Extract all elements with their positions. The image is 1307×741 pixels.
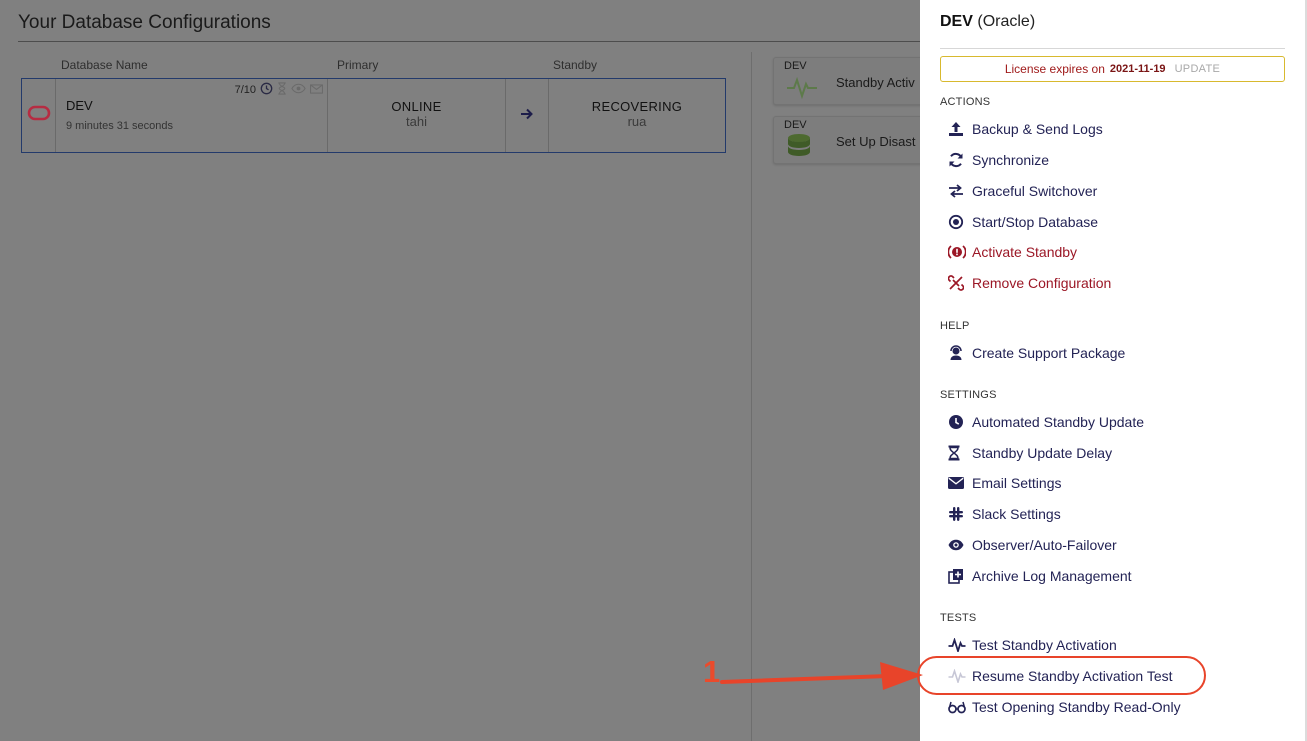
database-config-row[interactable]: 7/10 DEV 9 minutes 31 seconds ONLINE tah… <box>21 78 726 153</box>
hourglass-icon <box>948 444 968 462</box>
eye-icon <box>291 83 306 97</box>
replication-direction-cell <box>506 79 549 152</box>
side-card-tag: DEV <box>784 119 807 131</box>
action-label: Activate Standby <box>972 244 1078 260</box>
title-divider <box>18 41 920 42</box>
panel-db-type: (Oracle) <box>977 13 1036 30</box>
test-label: Test Standby Activation <box>972 637 1117 653</box>
archive-icon <box>948 567 968 585</box>
backup-count: 7/10 <box>234 84 256 96</box>
page-title: Your Database Configurations <box>18 12 271 33</box>
side-card-tag: DEV <box>784 60 807 72</box>
column-header-standby: Standby <box>553 58 598 72</box>
action-graceful-switchover[interactable]: Graceful Switchover <box>948 180 1097 202</box>
envelope-icon <box>948 474 968 492</box>
action-label: Graceful Switchover <box>972 183 1098 199</box>
action-label: Synchronize <box>972 152 1050 168</box>
setting-label: Automated Standby Update <box>972 414 1145 430</box>
database-name: DEV <box>66 98 93 113</box>
action-backup-send-logs[interactable]: Backup & Send Logs <box>948 118 1103 140</box>
panel-db-name: DEV <box>940 13 973 30</box>
test-label: Test Opening Standby Read-Only <box>972 699 1181 715</box>
section-tests: TESTS <box>940 612 977 624</box>
section-actions: ACTIONS <box>940 96 991 108</box>
alert-icon <box>948 243 968 261</box>
setting-label: Standby Update Delay <box>972 445 1113 461</box>
panel-divider <box>940 48 1285 49</box>
unlink-icon <box>948 274 968 292</box>
primary-host: tahi <box>406 114 427 129</box>
arrow-right-icon <box>520 107 534 125</box>
standby-cell: RECOVERING rua <box>549 79 725 152</box>
action-label: Start/Stop Database <box>972 214 1099 230</box>
setting-slack-settings[interactable]: Slack Settings <box>948 503 1061 525</box>
sync-icon <box>948 151 968 169</box>
setting-archive-log-management[interactable]: Archive Log Management <box>948 565 1132 587</box>
envelope-icon <box>310 83 323 97</box>
database-elapsed-time: 9 minutes 31 seconds <box>66 120 174 132</box>
action-start-stop-database[interactable]: Start/Stop Database <box>948 211 1098 233</box>
database-status-indicators: 7/10 <box>235 82 323 98</box>
side-card-label: Standby Activ <box>836 75 915 90</box>
action-activate-standby[interactable]: Activate Standby <box>948 241 1077 263</box>
pulse-icon <box>786 74 818 105</box>
help-label: Create Support Package <box>972 345 1126 361</box>
database-name-cell: 7/10 DEV 9 minutes 31 seconds <box>56 79 328 152</box>
database-actions-panel: DEV (Oracle) License expires on 2021-11-… <box>920 0 1305 741</box>
glasses-icon <box>948 698 968 716</box>
section-settings: SETTINGS <box>940 389 997 401</box>
side-card-setup-disaster-recovery[interactable]: DEV Set Up Disast <box>773 116 923 164</box>
action-label: Backup & Send Logs <box>972 121 1103 137</box>
setting-label: Observer/Auto-Failover <box>972 537 1117 553</box>
setting-automated-standby-update[interactable]: Automated Standby Update <box>948 411 1144 433</box>
section-help: HELP <box>940 320 970 332</box>
oracle-logo-icon <box>27 105 51 126</box>
hourglass-icon <box>277 82 287 98</box>
support-icon <box>948 344 968 362</box>
database-icon <box>786 133 812 166</box>
setting-label: Slack Settings <box>972 506 1061 522</box>
setting-label: Email Settings <box>972 475 1062 491</box>
license-banner: License expires on 2021-11-19 UPDATE <box>940 56 1285 82</box>
test-opening-standby-read-only[interactable]: Test Opening Standby Read-Only <box>948 696 1181 718</box>
oracle-logo-cell <box>22 79 56 152</box>
help-create-support-package[interactable]: Create Support Package <box>948 342 1125 364</box>
callout-arrow-icon <box>720 660 925 697</box>
setting-observer-auto-failover[interactable]: Observer/Auto-Failover <box>948 534 1117 556</box>
panel-title: DEV (Oracle) <box>940 13 1035 31</box>
pulse-icon <box>948 636 968 654</box>
slack-icon <box>948 505 968 523</box>
content-divider <box>751 52 752 741</box>
callout-highlight-ring <box>917 656 1206 695</box>
clock-icon <box>948 413 968 431</box>
overlay-backdrop: Your Database Configurations Database Na… <box>0 0 923 741</box>
standby-state: RECOVERING <box>591 99 683 114</box>
action-label: Remove Configuration <box>972 275 1112 291</box>
setting-standby-update-delay[interactable]: Standby Update Delay <box>948 442 1112 464</box>
license-update-link[interactable]: UPDATE <box>1175 63 1221 75</box>
callout-step-number: 1 <box>703 654 721 689</box>
primary-state: ONLINE <box>391 99 442 114</box>
side-card-label: Set Up Disast <box>836 134 916 149</box>
column-header-primary: Primary <box>337 58 379 72</box>
license-text: License expires on <box>1004 62 1105 76</box>
eye-icon <box>948 536 968 554</box>
action-synchronize[interactable]: Synchronize <box>948 149 1049 171</box>
license-date: 2021-11-19 <box>1109 63 1166 75</box>
upload-icon <box>948 120 968 138</box>
switch-icon <box>948 182 968 200</box>
standby-host: rua <box>627 114 647 129</box>
column-header-database-name: Database Name <box>61 58 148 72</box>
record-icon <box>948 213 968 231</box>
test-standby-activation[interactable]: Test Standby Activation <box>948 634 1117 656</box>
setting-label: Archive Log Management <box>972 568 1132 584</box>
clock-icon <box>260 82 273 98</box>
primary-cell: ONLINE tahi <box>328 79 506 152</box>
action-remove-configuration[interactable]: Remove Configuration <box>948 272 1111 294</box>
setting-email-settings[interactable]: Email Settings <box>948 472 1061 494</box>
side-card-standby-activation[interactable]: DEV Standby Activ <box>773 57 923 105</box>
